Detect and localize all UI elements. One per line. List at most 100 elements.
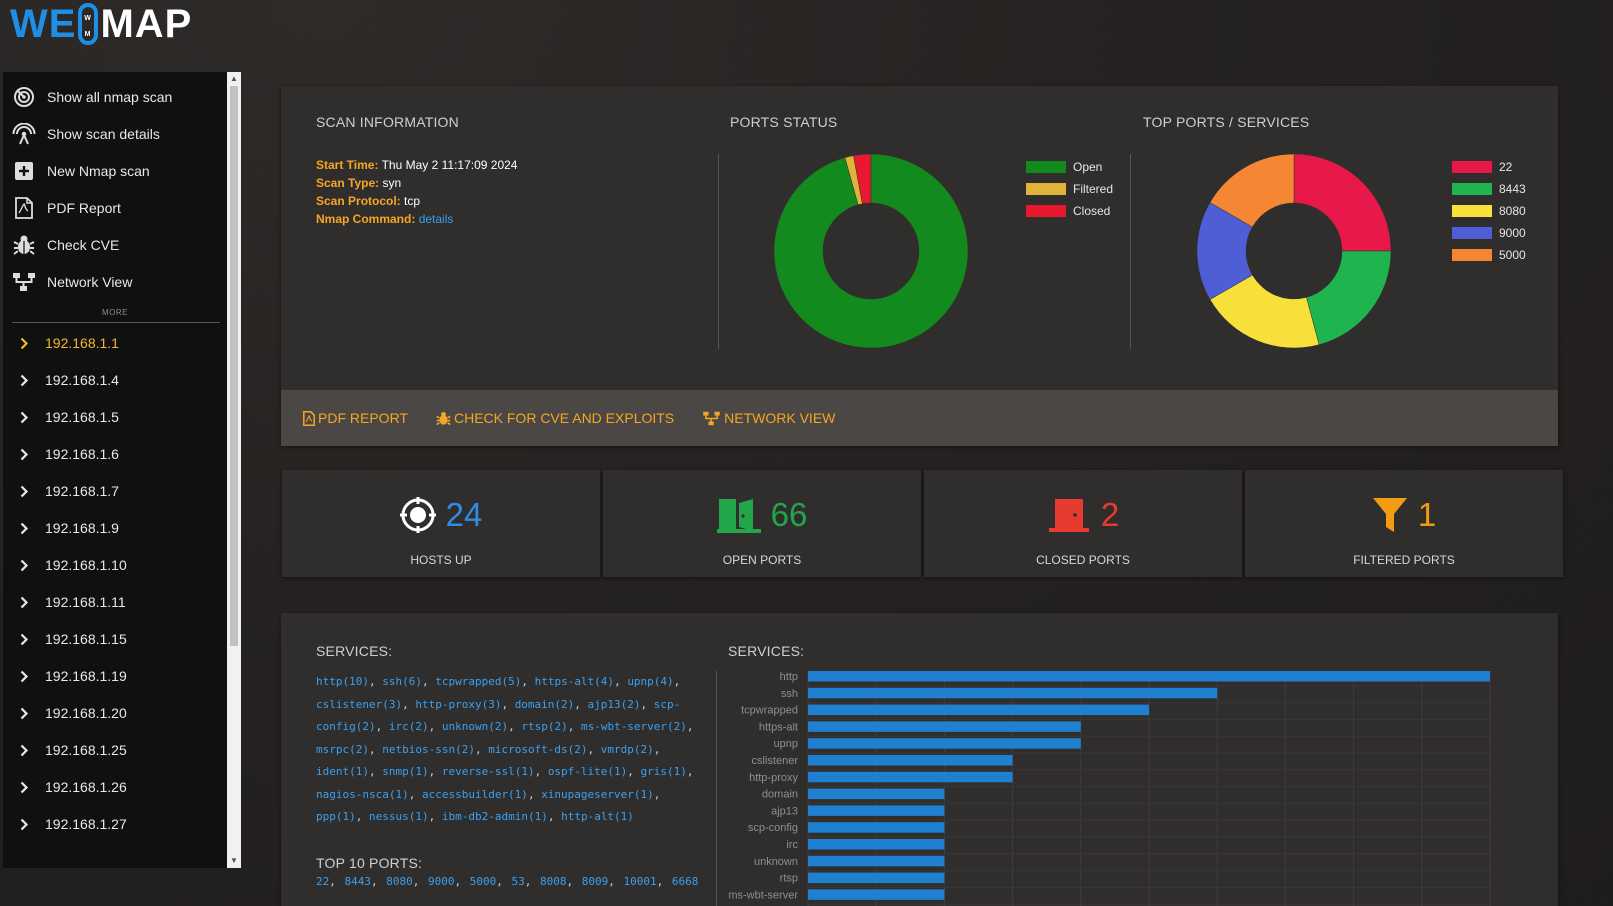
port-link[interactable]: 8080	[386, 875, 413, 888]
donut-slice-open[interactable]	[774, 154, 968, 348]
sidebar-host-192-168-1-4[interactable]: 192.168.1.4	[17, 365, 119, 395]
scroll-up-icon[interactable]: ▲	[227, 72, 241, 86]
nmap-command-details-link[interactable]: details	[419, 212, 454, 226]
scroll-down-icon[interactable]: ▼	[227, 854, 241, 868]
bar-upnp[interactable]	[808, 738, 1081, 749]
service-link[interactable]: microsoft-ds(2)	[488, 743, 587, 756]
service-link[interactable]: ibm-db2-admin(1)	[442, 810, 548, 823]
bar-unknown[interactable]	[808, 855, 945, 867]
bar-https-alt[interactable]	[808, 721, 1081, 732]
service-link[interactable]: http(10)	[316, 675, 369, 688]
port-link[interactable]: 6668	[672, 875, 699, 888]
service-link[interactable]: rtsp(2)	[521, 720, 567, 733]
bar-ssh[interactable]	[808, 687, 1218, 699]
sidebar-host-192-168-1-26[interactable]: 192.168.1.26	[17, 772, 127, 802]
category-label-scp-config: scp-config	[748, 822, 798, 834]
port-link[interactable]: 9000	[428, 875, 455, 888]
sidebar-item-new-scan[interactable]: New Nmap scan	[11, 156, 150, 186]
port-link[interactable]: 8009	[582, 875, 609, 888]
sidebar-item-show-scan-details[interactable]: Show scan details	[11, 119, 160, 149]
sidebar-host-192-168-1-5[interactable]: 192.168.1.5	[17, 402, 119, 432]
service-link[interactable]: gris(1)	[641, 765, 687, 778]
service-link[interactable]: xinupageserver(1)	[541, 788, 654, 801]
bar-scp-config[interactable]	[808, 822, 945, 833]
service-link[interactable]: ppp(1)	[316, 810, 356, 823]
sidebar-host-192-168-1-19[interactable]: 192.168.1.19	[17, 661, 127, 691]
scroll-thumb[interactable]	[230, 86, 238, 646]
chevron-right-icon	[17, 521, 31, 535]
open-ports-card[interactable]: 66 OPEN PORTS	[603, 470, 921, 577]
service-link[interactable]: upnp(4)	[627, 675, 673, 688]
bar-http[interactable]	[808, 671, 1490, 682]
more-label[interactable]: MORE	[3, 308, 227, 317]
port-link[interactable]: 22	[316, 875, 329, 888]
bar-ms-wbt-server[interactable]	[808, 889, 945, 900]
bar-irc[interactable]	[808, 839, 945, 850]
service-link[interactable]: netbios-ssn(2)	[382, 743, 475, 756]
donut-slice-8443[interactable]	[1306, 250, 1391, 346]
port-link[interactable]: 5000	[470, 875, 497, 888]
service-link[interactable]: https-alt(4)	[535, 675, 614, 688]
sidebar-host-192-168-1-6[interactable]: 192.168.1.6	[17, 439, 119, 469]
sidebar-host-192-168-1-15[interactable]: 192.168.1.15	[17, 624, 127, 654]
service-link[interactable]: unknown(2)	[442, 720, 508, 733]
legend-item-8443[interactable]: 8443	[1452, 178, 1526, 200]
legend-item-8080[interactable]: 8080	[1452, 200, 1526, 222]
sidebar-item-show-all-scans[interactable]: Show all nmap scan	[11, 82, 172, 112]
service-link[interactable]: ident(1)	[316, 765, 369, 778]
legend-item-5000[interactable]: 5000	[1452, 244, 1526, 266]
sidebar-item-check-cve[interactable]: Check CVE	[11, 230, 119, 260]
service-link[interactable]: ssh(6)	[382, 675, 422, 688]
port-link[interactable]: 10001	[624, 875, 657, 888]
bar-tcpwrapped[interactable]	[808, 704, 1149, 716]
network-view-button[interactable]: NETWORK VIEW	[702, 410, 835, 426]
port-link[interactable]: 8008	[540, 875, 567, 888]
sidebar-host-192-168-1-25[interactable]: 192.168.1.25	[17, 735, 127, 765]
bar-domain[interactable]	[808, 788, 945, 800]
service-link[interactable]: snmp(1)	[382, 765, 428, 778]
service-link[interactable]: nagios-nsca(1)	[316, 788, 409, 801]
sidebar-host-192-168-1-10[interactable]: 192.168.1.10	[17, 550, 127, 580]
service-link[interactable]: nessus(1)	[369, 810, 429, 823]
service-link[interactable]: domain(2)	[515, 698, 575, 711]
service-link[interactable]: ajp13(2)	[588, 698, 641, 711]
legend-item-22[interactable]: 22	[1452, 156, 1526, 178]
sidebar-host-192-168-1-20[interactable]: 192.168.1.20	[17, 698, 127, 728]
check-cve-button[interactable]: CHECK FOR CVE AND EXPLOITS	[436, 410, 674, 426]
filtered-ports-card[interactable]: 1 FILTERED PORTS	[1245, 470, 1563, 577]
bar-ajp13[interactable]	[808, 805, 945, 816]
port-link[interactable]: 8443	[345, 875, 372, 888]
port-link[interactable]: 53	[512, 875, 525, 888]
legend-item-9000[interactable]: 9000	[1452, 222, 1526, 244]
sidebar-host-192-168-1-27[interactable]: 192.168.1.27	[17, 809, 127, 839]
service-link[interactable]: vmrdp(2)	[601, 743, 654, 756]
donut-slice-22[interactable]	[1293, 154, 1391, 252]
bar-http-proxy[interactable]	[808, 771, 1013, 783]
service-link[interactable]: irc(2)	[389, 720, 429, 733]
legend-item-filtered[interactable]: Filtered	[1026, 178, 1113, 200]
service-link[interactable]: http-proxy(3)	[415, 698, 501, 711]
pdf-report-button[interactable]: PDF REPORT	[303, 410, 408, 426]
service-link[interactable]: accessbuilder(1)	[422, 788, 528, 801]
sidebar-host-192-168-1-9[interactable]: 192.168.1.9	[17, 513, 119, 543]
bar-cslistener[interactable]	[808, 755, 1013, 766]
service-link[interactable]: tcpwrapped(5)	[435, 675, 521, 688]
legend-item-open[interactable]: Open	[1026, 156, 1113, 178]
sidebar-host-192-168-1-7[interactable]: 192.168.1.7	[17, 476, 119, 506]
sidebar-host-192-168-1-11[interactable]: 192.168.1.11	[17, 587, 126, 617]
service-link[interactable]: cslistener(3)	[316, 698, 402, 711]
sidebar-item-network-view[interactable]: Network View	[11, 267, 132, 297]
service-link[interactable]: http-alt(1)	[561, 810, 634, 823]
service-link[interactable]: ms-wbt-server(2)	[581, 720, 687, 733]
app-logo[interactable]: WE W M MAP	[10, 2, 192, 46]
sidebar-host-192-168-1-1[interactable]: 192.168.1.1	[17, 328, 119, 358]
sidebar-scrollbar[interactable]: ▲ ▼	[227, 72, 241, 868]
sidebar-item-pdf-report[interactable]: PDF Report	[11, 193, 121, 223]
service-link[interactable]: ospf-lite(1)	[548, 765, 627, 778]
legend-item-closed[interactable]: Closed	[1026, 200, 1113, 222]
closed-ports-card[interactable]: 2 CLOSED PORTS	[924, 470, 1242, 577]
bar-rtsp[interactable]	[808, 872, 945, 884]
service-link[interactable]: msrpc(2)	[316, 743, 369, 756]
service-link[interactable]: reverse-ssl(1)	[442, 765, 535, 778]
hosts-up-card[interactable]: 24 HOSTS UP	[282, 470, 600, 577]
